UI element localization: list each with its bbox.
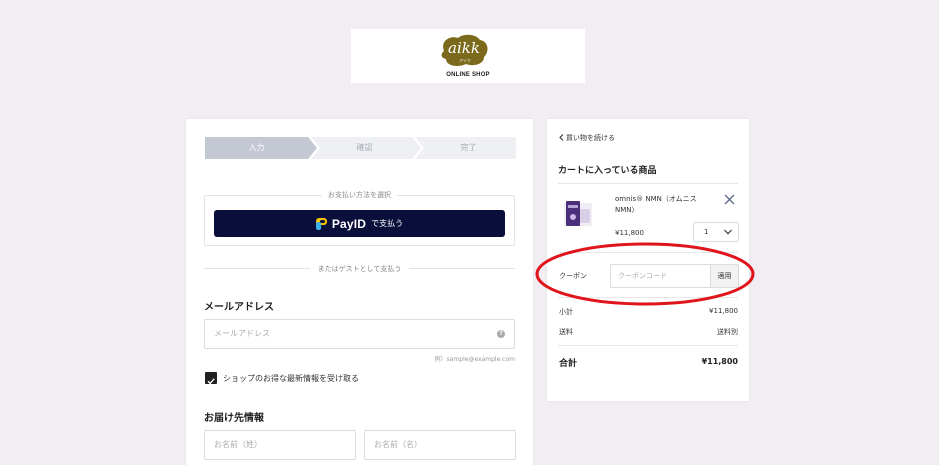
email-placeholder: メールアドレス xyxy=(214,329,270,338)
payid-wordmark: PayID xyxy=(331,216,367,231)
continue-shopping-label: 買い物を続ける xyxy=(566,134,615,142)
logo-wordmark: aikk xyxy=(448,39,480,57)
product-price: ¥11,800 xyxy=(615,229,644,237)
step-confirm: 確認 xyxy=(356,143,373,152)
payment-method-legend: お支払い方法を選択 xyxy=(322,191,397,199)
coupon-apply-button[interactable]: 適用 xyxy=(710,264,739,288)
step-input: 入力 xyxy=(248,143,265,152)
cart-title: カートに入っている商品 xyxy=(558,166,657,176)
checkout-form-card: 入力 確認 完了 お支払い方法を選択 PayID で支払う またはゲストとして支… xyxy=(186,119,533,465)
product-name[interactable]: omnis® NMN（オムニスNMN） xyxy=(615,194,715,216)
cart-divider-total xyxy=(558,345,738,346)
question-circle-icon[interactable]: ? xyxy=(497,330,505,338)
close-icon[interactable] xyxy=(724,194,735,205)
quantity-select[interactable]: 1 xyxy=(693,222,739,242)
shipping-fee-label: 送料 xyxy=(559,328,573,336)
cart-summary-card: 買い物を続ける カートに入っている商品 omnis® NMN（オムニスNMN） … xyxy=(547,119,749,401)
continue-shopping-link[interactable]: 買い物を続ける xyxy=(559,133,615,143)
payid-button-label: で支払う xyxy=(371,219,404,228)
first-name-placeholder: お名前（名） xyxy=(374,440,422,449)
coupon-placeholder: クーポンコード xyxy=(618,272,667,280)
newsletter-checkbox[interactable] xyxy=(205,372,217,385)
first-name-input[interactable]: お名前（名） xyxy=(364,430,516,460)
quantity-value: 1 xyxy=(704,228,709,236)
cart-divider-coupon xyxy=(558,297,738,298)
total-value: ¥11,800 xyxy=(701,357,738,366)
email-input[interactable]: メールアドレス ? xyxy=(204,319,515,349)
logo-kana: アイク xyxy=(459,57,471,63)
logo-subtitle: ONLINE SHOP xyxy=(446,72,490,78)
coupon-code-input[interactable]: クーポンコード xyxy=(610,264,710,288)
email-example: 例）sample@example.com xyxy=(434,356,515,363)
shipping-section-title: お届け先情報 xyxy=(204,413,264,424)
product-thumbnail xyxy=(564,201,592,226)
last-name-placeholder: お名前（姓） xyxy=(214,440,262,449)
chevron-down-icon xyxy=(724,229,732,235)
payid-icon xyxy=(315,217,327,230)
email-section-title: メールアドレス xyxy=(204,302,274,313)
subtotal-value: ¥11,800 xyxy=(709,307,738,315)
cart-divider-item xyxy=(558,252,738,253)
payment-method-box: お支払い方法を選択 PayID で支払う xyxy=(204,191,515,246)
shipping-fee-value: 送料別 xyxy=(717,328,738,336)
last-name-input[interactable]: お名前（姓） xyxy=(204,430,356,460)
total-label: 合計 xyxy=(559,359,578,369)
subtotal-label: 小計 xyxy=(559,308,573,316)
payid-button[interactable]: PayID で支払う xyxy=(214,210,505,237)
guest-checkout-label: またはゲストとして支払う xyxy=(309,265,410,273)
newsletter-label: ショップのお得な最新情報を受け取る xyxy=(223,374,359,383)
cart-divider-top xyxy=(558,183,738,184)
step-complete: 完了 xyxy=(460,143,477,152)
chevron-left-icon xyxy=(559,134,564,141)
coupon-label: クーポン xyxy=(559,272,587,280)
checkout-steps: 入力 確認 完了 xyxy=(205,137,516,159)
aikk-logo-mark: aikk アイク xyxy=(441,34,488,67)
check-icon xyxy=(207,378,215,385)
shop-logo[interactable]: aikk アイク ONLINE SHOP xyxy=(351,29,585,83)
